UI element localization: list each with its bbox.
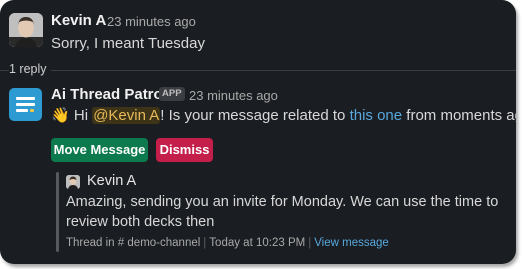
view-message-link[interactable]: View message [314,237,389,249]
reply-text-mid: ! Is your message related to [160,107,350,124]
quoted-meta: Thread in # demo-channel | Today at 10:23 … [66,237,389,249]
message-timestamp[interactable]: 23 minutes ago [107,14,196,29]
quoted-avatar [66,175,80,189]
quoted-text-line1: Amazing, sending you an invite for Monda… [66,194,499,210]
quoted-author[interactable]: Kevin A [87,173,136,189]
app-logo-bar [16,103,35,106]
reply-divider [0,70,516,71]
message-text: Sorry, I meant Tuesday [51,35,205,52]
move-message-button[interactable]: Move Message [51,138,148,162]
meta-separator: | [308,237,312,249]
reply-timestamp[interactable]: 23 minutes ago [189,88,278,103]
quote-bar [56,172,59,252]
dismiss-button[interactable]: Dismiss [156,138,213,162]
reply-author[interactable]: Ai Thread Patrol [51,86,167,103]
avatar[interactable] [9,13,43,47]
message-author[interactable]: Kevin A [51,12,106,29]
app-avatar[interactable] [9,88,42,121]
quoted-text-line2: review both decks then [66,214,215,230]
message-link[interactable]: this one [350,107,403,124]
reply-text: 👋 Hi @Kevin A! Is your message related t… [51,106,516,124]
channel-hash-icon: # [117,237,125,249]
app-logo-accent [30,109,34,112]
reply-text-post: from moments ago? [406,107,516,124]
app-logo-icon [16,97,35,100]
meta-separator: | [203,237,207,249]
app-logo-bar [16,109,28,112]
reply-count: 1 reply [9,62,51,76]
thread-in-label: Thread in [66,237,115,249]
thread-panel: Kevin A 23 minutes ago Sorry, I meant Tu… [0,0,516,264]
reply-text-pre: Hi [73,107,93,124]
channel-link[interactable]: demo-channel [127,237,200,249]
app-badge: APP [159,87,185,101]
quoted-timestamp[interactable]: Today at 10:23 PM [209,237,305,249]
wave-emoji: 👋 [51,107,70,124]
user-mention[interactable]: @Kevin A [92,107,161,124]
